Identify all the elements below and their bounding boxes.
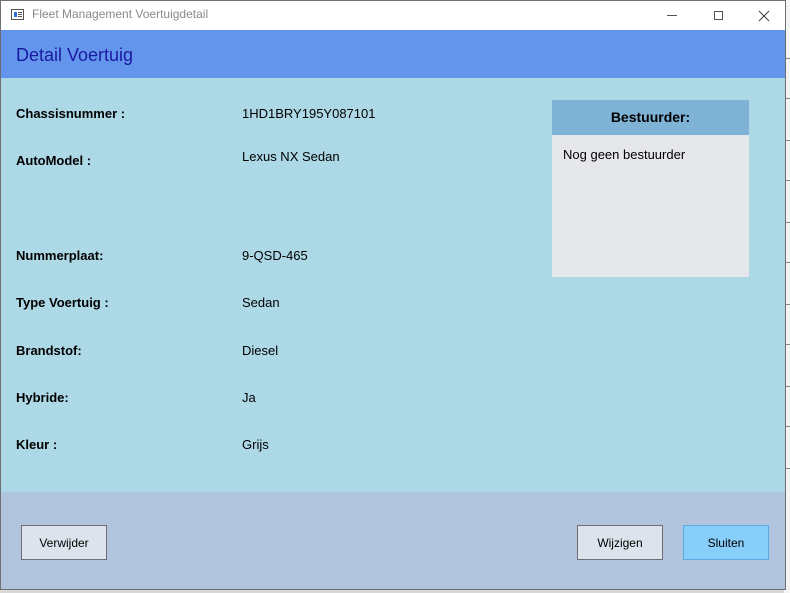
fuel-value: Diesel — [242, 343, 279, 358]
vehicle-type-value: Sedan — [242, 295, 280, 310]
maximize-icon — [713, 11, 723, 20]
color-label: Kleur : — [16, 437, 58, 452]
edit-button[interactable]: Wijzigen — [577, 525, 663, 560]
footer-bar: Verwijder Wijzigen Sluiten — [1, 492, 785, 589]
fuel-label: Brandstof: — [16, 343, 82, 358]
chassis-value: 1HD1BRY195Y087101 — [242, 106, 376, 121]
automodel-value: Lexus NX Sedan — [242, 149, 340, 164]
app-window-icon — [11, 9, 24, 20]
vehicle-type-label: Type Voertuig : — [16, 295, 109, 310]
page-header: Detail Voertuig — [1, 30, 785, 78]
driver-panel: Bestuurder: Nog geen bestuurder — [552, 100, 749, 277]
plate-value: 9-QSD-465 — [242, 248, 308, 263]
page-title: Detail Voertuig — [16, 45, 134, 65]
title-bar[interactable]: Fleet Management Voertuigdetail — [1, 1, 785, 30]
driver-text: Nog geen bestuurder — [563, 147, 686, 162]
close-icon — [758, 10, 770, 21]
automodel-label: AutoModel : — [16, 153, 92, 168]
hybrid-value: Ja — [242, 390, 256, 405]
vehicle-details: Chassisnummer : 1HD1BRY195Y087101 AutoMo… — [1, 78, 785, 492]
driver-header: Bestuurder: — [552, 100, 749, 135]
maximize-button[interactable] — [695, 1, 741, 30]
delete-button[interactable]: Verwijder — [21, 525, 107, 560]
detail-window: Fleet Management Voertuigdetail Detail V… — [0, 0, 786, 590]
chassis-label: Chassisnummer : — [16, 106, 126, 121]
minimize-button[interactable] — [649, 1, 695, 30]
hybrid-label: Hybride: — [16, 390, 69, 405]
color-value: Grijs — [242, 437, 269, 452]
window-title: Fleet Management Voertuigdetail — [32, 7, 209, 21]
minimize-icon — [667, 15, 677, 16]
close-window-button[interactable] — [741, 1, 785, 30]
close-button[interactable]: Sluiten — [683, 525, 769, 560]
plate-label: Nummerplaat: — [16, 248, 104, 263]
